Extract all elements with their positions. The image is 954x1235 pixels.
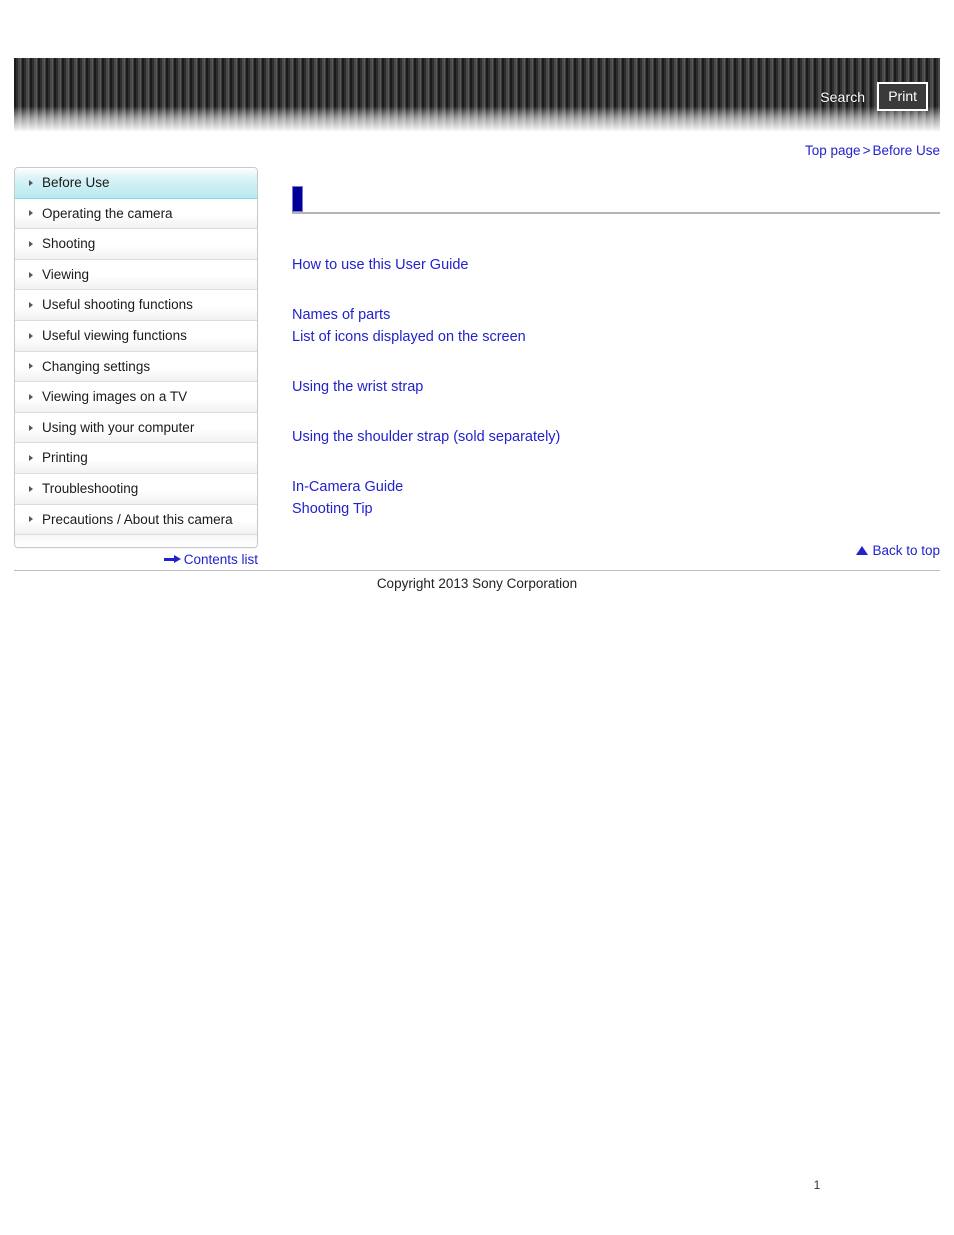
breadcrumb: Top page > Before Use [805,143,940,158]
sidebar-item-viewing-images-on-a-tv[interactable]: Viewing images on a TV [15,382,257,413]
chevron-right-icon [29,302,33,309]
back-to-top-row: Back to top [292,544,940,558]
sidebar-item-label: Changing settings [42,358,151,374]
copyright-text: Copyright 2013 Sony Corporation [376,576,578,591]
sidebar-item-operating-the-camera[interactable]: Operating the camera [15,198,257,230]
breadcrumb-separator: > [862,143,871,158]
sidebar-item-label: Useful shooting functions [42,297,193,313]
chevron-right-icon [29,393,33,400]
link-group: Using the shoulder strap (sold separatel… [292,426,940,449]
link-group: In-Camera Guide Shooting Tip [292,476,940,521]
chevron-right-icon [29,455,33,462]
link-group: Using the wrist strap [292,376,940,399]
link-group: How to use this User Guide [292,254,940,277]
chevron-right-icon [29,485,33,492]
sidebar-item-label: Operating the camera [42,205,173,221]
chevron-right-icon [29,424,33,431]
chevron-right-icon [29,179,33,186]
sidebar-item-label: Precautions / About this camera [42,511,233,527]
sidebar-item-precautions-about-this-camera[interactable]: Precautions / About this camera [15,504,257,536]
sidebar-navigation: Before Use Operating the camera Shooting… [14,167,258,549]
search-link[interactable]: Search [820,90,865,104]
sidebar-item-label: Viewing [42,266,90,282]
content-link-list-of-icons-displayed-on-the-screen[interactable]: List of icons displayed on the screen [292,326,526,349]
chevron-right-icon [29,516,33,523]
sidebar-bottom-padding [15,535,257,548]
sidebar-item-printing[interactable]: Printing [15,443,257,474]
header-banner: Search Print [14,58,940,132]
sidebar-item-label: Before Use [42,175,110,191]
header-tools: Search Print [820,82,928,111]
breadcrumb-top-page-link[interactable]: Top page [805,143,861,158]
page-title [292,186,940,214]
sidebar-item-label: Shooting [42,236,96,252]
content-link-how-to-use-this-user-guide[interactable]: How to use this User Guide [292,254,469,277]
heading-marker-bar [292,186,303,212]
content-link-using-the-shoulder-strap[interactable]: Using the shoulder strap (sold separatel… [292,426,560,449]
sidebar-item-changing-settings[interactable]: Changing settings [15,351,257,383]
sidebar-item-useful-shooting-functions[interactable]: Useful shooting functions [15,290,257,321]
breadcrumb-current-link[interactable]: Before Use [872,143,940,158]
link-group: Names of parts List of icons displayed o… [292,304,940,349]
print-button[interactable]: Print [877,82,928,111]
sidebar-item-label: Printing [42,450,88,466]
header-stripe-pattern [14,58,940,132]
chevron-right-icon [29,363,33,370]
content-link-groups: How to use this User Guide Names of part… [292,254,940,521]
sidebar-item-useful-viewing-functions[interactable]: Useful viewing functions [15,320,257,352]
main-content: How to use this User Guide Names of part… [292,186,940,521]
contents-list-link[interactable]: Contents list [184,553,258,567]
chevron-right-icon [29,240,33,247]
content-link-in-camera-guide[interactable]: In-Camera Guide [292,476,403,499]
sidebar-item-label: Troubleshooting [42,480,139,496]
sidebar-item-shooting[interactable]: Shooting [15,229,257,260]
chevron-right-icon [29,271,33,278]
back-to-top-link[interactable]: Back to top [872,544,940,558]
page-number: 1 [813,1178,821,1192]
content-link-using-the-wrist-strap[interactable]: Using the wrist strap [292,376,423,399]
contents-list-row: Contents list [14,553,258,567]
chevron-right-icon [29,210,33,217]
content-link-shooting-tip[interactable]: Shooting Tip [292,498,373,521]
sidebar-item-viewing[interactable]: Viewing [15,259,257,291]
footer-divider [14,570,940,571]
sidebar-item-troubleshooting[interactable]: Troubleshooting [15,473,257,505]
chevron-right-icon [29,332,33,339]
sidebar-item-before-use[interactable]: Before Use [15,168,257,199]
sidebar-item-label: Viewing images on a TV [42,389,188,405]
sidebar-item-label: Using with your computer [42,419,195,435]
sidebar-item-using-with-your-computer[interactable]: Using with your computer [15,412,257,444]
arrow-right-icon [163,555,181,564]
content-link-names-of-parts[interactable]: Names of parts [292,304,390,327]
sidebar-item-label: Useful viewing functions [42,328,187,344]
triangle-up-icon [856,546,869,556]
